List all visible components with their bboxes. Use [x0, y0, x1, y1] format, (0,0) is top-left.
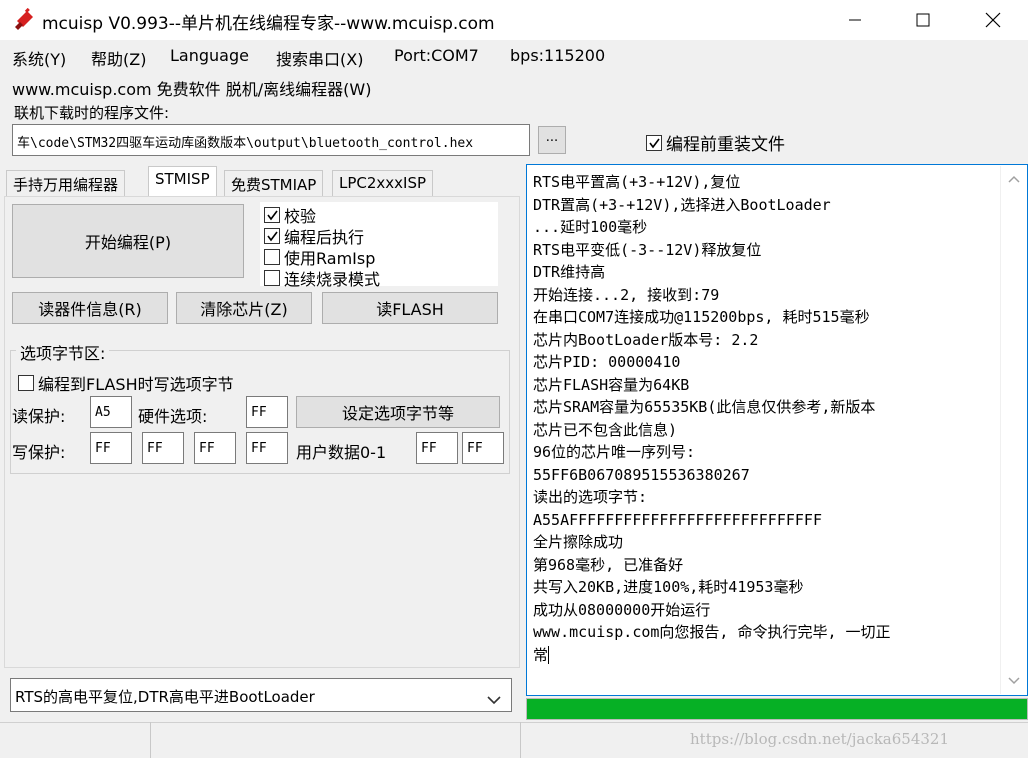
- log-line: 芯片FLASH容量为64KB: [533, 375, 690, 394]
- user-data-input-0[interactable]: FF: [416, 432, 458, 464]
- log-line: 芯片PID: 00000410: [533, 353, 681, 371]
- close-button[interactable]: [958, 0, 1028, 40]
- window-title: mcuisp V0.993--单片机在线编程专家--www.mcuisp.com: [42, 14, 495, 34]
- minimize-icon: [849, 19, 861, 21]
- scrollbar-arrows-icon: [1008, 175, 1020, 685]
- browse-button[interactable]: ...: [538, 126, 566, 154]
- write-protect-input-1[interactable]: FF: [142, 432, 184, 464]
- text-caret: [548, 646, 550, 664]
- read-protect-input[interactable]: A5: [90, 396, 132, 428]
- log-line: 成功从08000000开始运行: [533, 600, 711, 619]
- menu-port[interactable]: Port:COM7: [394, 46, 479, 65]
- hardware-option-input[interactable]: FF: [246, 396, 288, 428]
- set-option-bytes-button[interactable]: 设定选项字节等: [296, 396, 500, 428]
- menu-system[interactable]: 系统(Y): [12, 46, 66, 70]
- watermark-text: https://blog.csdn.net/jacka654321: [690, 730, 950, 748]
- close-icon: [985, 12, 1001, 28]
- log-line: RTS电平置高(+3-+12V),复位: [533, 173, 741, 191]
- checkbox-unchecked-icon: [18, 375, 34, 391]
- tab-stmiap[interactable]: 免费STMIAP: [224, 170, 324, 196]
- continuous-burn-label: 连续烧录模式: [284, 270, 381, 289]
- log-output[interactable]: RTS电平置高(+3-+12V),复位 DTR置高(+3-+12V),选择进入Bo…: [526, 164, 1028, 696]
- read-flash-button[interactable]: 读FLASH: [322, 292, 498, 324]
- menu-help[interactable]: 帮助(Z): [91, 46, 146, 70]
- read-protect-label: 读保护:: [12, 407, 66, 426]
- log-line: 芯片SRAM容量为65535KB(此信息仅供参考,新版本: [533, 398, 876, 416]
- checkbox-checked-icon: [264, 228, 280, 244]
- checkbox-unchecked-icon: [264, 270, 280, 286]
- log-line: 芯片已不包含此信息): [533, 420, 678, 439]
- log-line: ...延时100毫秒: [533, 218, 648, 236]
- reload-before-program-checkbox[interactable]: 编程前重装文件: [646, 130, 785, 155]
- reload-label: 编程前重装文件: [666, 135, 785, 155]
- log-line: 读出的选项字节:: [533, 488, 648, 506]
- log-line: 全片擦除成功: [533, 533, 624, 551]
- reset-mode-select[interactable]: RTS的高电平复位,DTR高电平进BootLoader: [10, 678, 512, 712]
- menu-offline-programmer[interactable]: www.mcuisp.com 免费软件 脱机/离线编程器(W): [12, 76, 371, 100]
- log-line: 在串口COM7连接成功@115200bps, 耗时515毫秒: [533, 308, 870, 326]
- log-line: 共写入20KB,进度100%,耗时41953毫秒: [533, 578, 804, 596]
- log-line: 55FF6B067089515536380267: [533, 465, 750, 484]
- log-line: 常: [533, 645, 550, 664]
- start-programming-button[interactable]: 开始编程(P): [12, 204, 244, 278]
- log-line: www.mcuisp.com向您报告, 命令执行完毕, 一切正: [533, 623, 891, 641]
- minimize-button[interactable]: [820, 0, 890, 40]
- log-line: 第968毫秒, 已准备好: [533, 555, 684, 574]
- log-line: 96位的芯片唯一序列号:: [533, 443, 696, 461]
- tab-handheld-programmer[interactable]: 手持万用编程器: [6, 170, 126, 196]
- user-data-input-1[interactable]: FF: [462, 432, 504, 464]
- status-divider: [520, 722, 521, 758]
- menu-search-port[interactable]: 搜索串口(X): [276, 46, 363, 70]
- menu-language[interactable]: Language: [170, 46, 249, 65]
- progress-track: [526, 698, 1028, 720]
- user-data-label: 用户数据0-1: [296, 443, 387, 462]
- log-line: 开始连接...2, 接收到:79: [533, 285, 720, 304]
- write-option-bytes-label: 编程到FLASH时写选项字节: [38, 375, 234, 394]
- read-device-info-button[interactable]: 读器件信息(R): [12, 292, 168, 324]
- program-file-label: 联机下载时的程序文件:: [14, 104, 170, 122]
- checkbox-unchecked-icon: [264, 249, 280, 265]
- checkbox-checked-icon: [646, 134, 662, 151]
- menu-bps[interactable]: bps:115200: [510, 46, 605, 65]
- write-protect-input-2[interactable]: FF: [194, 432, 236, 464]
- log-line: 芯片内BootLoader版本号: 2.2: [533, 330, 759, 349]
- tab-lpc2xxxisp[interactable]: LPC2xxxISP: [332, 170, 434, 196]
- maximize-button[interactable]: [888, 0, 958, 40]
- program-file-input[interactable]: 车\code\STM32四驱车运动库函数版本\output\bluetooth_…: [12, 124, 530, 156]
- hardware-option-label: 硬件选项:: [138, 407, 208, 426]
- write-option-bytes-checkbox[interactable]: 编程到FLASH时写选项字节: [18, 371, 234, 395]
- log-line: A55AFFFFFFFFFFFFFFFFFFFFFFFFFFFF: [533, 510, 822, 529]
- write-protect-input-0[interactable]: FF: [90, 432, 132, 464]
- tab-stmisp[interactable]: STMISP: [148, 166, 217, 196]
- progress-fill: [527, 699, 1027, 719]
- continuous-burn-checkbox[interactable]: 连续烧录模式: [264, 266, 380, 290]
- erase-chip-button[interactable]: 清除芯片(Z): [176, 292, 312, 324]
- status-divider: [150, 722, 151, 758]
- write-protect-label: 写保护:: [12, 443, 66, 462]
- write-protect-input-3[interactable]: FF: [246, 432, 288, 464]
- log-line: DTR置高(+3-+12V),选择进入BootLoader: [533, 195, 831, 214]
- log-line: RTS电平变低(-3--12V)释放复位: [533, 240, 762, 259]
- maximize-icon: [916, 13, 930, 27]
- option-bytes-label: 选项字节区:: [16, 340, 110, 364]
- checkbox-checked-icon: [264, 207, 280, 223]
- log-scrollbar[interactable]: [1000, 166, 1026, 694]
- red-chip-icon: [14, 7, 36, 30]
- log-line: DTR维持高: [533, 263, 606, 281]
- chevron-down-icon[interactable]: [486, 690, 502, 709]
- log-lines: RTS电平置高(+3-+12V),复位 DTR置高(+3-+12V),选择进入Bo…: [533, 171, 1001, 666]
